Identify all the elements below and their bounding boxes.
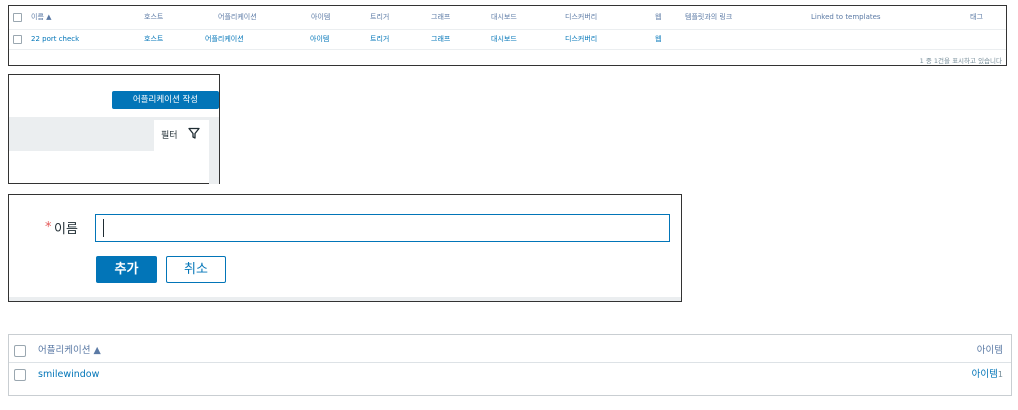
col-header-items: 아이템 — [976, 345, 1003, 356]
col-header-linked-templates: Linked to templates — [811, 13, 881, 21]
col-header-web: 웹 — [655, 13, 662, 21]
items-link[interactable]: 아이템 — [310, 35, 329, 44]
cancel-button[interactable]: 취소 — [166, 256, 226, 283]
scrollbar[interactable] — [209, 151, 219, 184]
select-all-checkbox[interactable] — [13, 13, 22, 22]
table-row: 22 port check 호스트 어플리케이션 아이템 트리거 그래프 대시보… — [9, 30, 1006, 50]
col-header-applications: 어플리케이션 — [218, 13, 257, 21]
web-link[interactable]: 웹 — [655, 35, 661, 44]
name-input[interactable] — [95, 214, 670, 242]
application-name-form: * 이름 추가 취소 — [8, 194, 682, 302]
col-header-name[interactable]: 이름 ▲ — [31, 13, 52, 22]
create-application-panel: 어플리케이션 작성 필터 — [8, 74, 220, 184]
select-all-checkbox[interactable] — [14, 345, 26, 357]
template-name-link[interactable]: 22 port check — [31, 35, 79, 44]
applications-link[interactable]: 어플리케이션 — [205, 35, 244, 44]
col-header-application[interactable]: 어플리케이션 ▲ — [38, 345, 101, 357]
col-header-linked-templates-ko: 템플릿과의 링크 — [685, 13, 733, 21]
form-divider — [9, 297, 681, 301]
col-header-discovery: 디스커버리 — [565, 13, 598, 21]
hosts-link[interactable]: 호스트 — [144, 35, 163, 44]
templates-table-panel: 이름 ▲ 호스트 어플리케이션 아이템 트리거 그래프 대시보드 디스커버리 웹… — [8, 5, 1007, 66]
col-header-graphs: 그래프 — [431, 13, 451, 21]
graphs-link[interactable]: 그래프 — [431, 35, 450, 44]
application-list-header: 어플리케이션 ▲ 아이템 — [9, 340, 1011, 363]
row-checkbox[interactable] — [14, 369, 26, 381]
name-label: 이름 — [54, 222, 78, 237]
dashboards-link[interactable]: 대시보드 — [491, 35, 517, 44]
application-name-link[interactable]: smilewindow — [38, 369, 99, 381]
templates-table-header: 이름 ▲ 호스트 어플리케이션 아이템 트리거 그래프 대시보드 디스커버리 웹… — [9, 6, 1006, 30]
filter-icon[interactable] — [188, 127, 200, 139]
col-header-dashboards: 대시보드 — [491, 13, 517, 21]
items-count: 1 — [997, 370, 1003, 379]
triggers-link[interactable]: 트리거 — [370, 35, 389, 44]
text-caret — [103, 219, 104, 237]
create-application-button[interactable]: 어플리케이션 작성 — [112, 91, 219, 109]
items-link-label[interactable]: 아이템 — [972, 369, 998, 380]
filter-label[interactable]: 필터 — [161, 128, 178, 141]
add-button[interactable]: 추가 — [96, 256, 157, 283]
table-footer-count: 1 중 1건을 표시하고 있습니다 — [919, 57, 1002, 65]
col-header-triggers: 트리거 — [370, 13, 390, 21]
required-mark: * — [45, 220, 52, 235]
discovery-link[interactable]: 디스커버리 — [565, 35, 597, 44]
list-item: smilewindow 아이템1 — [9, 364, 1011, 387]
col-header-hosts: 호스트 — [144, 13, 164, 21]
row-checkbox[interactable] — [13, 35, 22, 44]
application-list-panel: 어플리케이션 ▲ 아이템 smilewindow 아이템1 — [8, 334, 1012, 396]
items-link[interactable]: 아이템1 — [972, 369, 1003, 381]
col-header-tags: 태그 — [970, 13, 983, 21]
col-header-items: 아이템 — [311, 13, 331, 21]
